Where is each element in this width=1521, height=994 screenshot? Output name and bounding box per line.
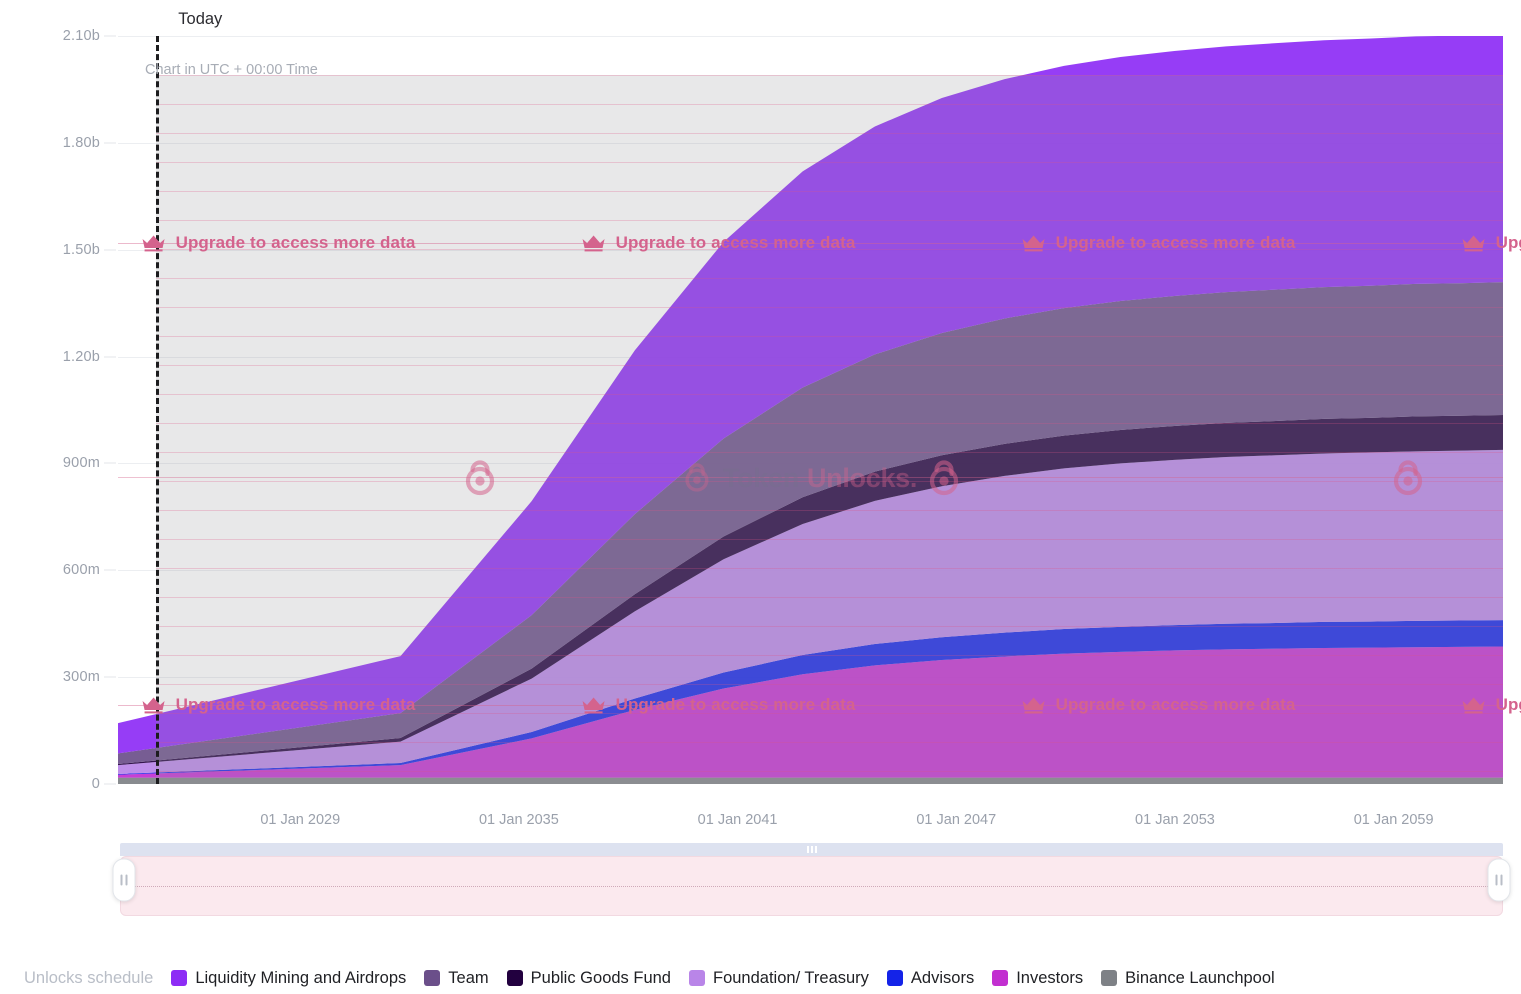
range-grip-handle[interactable] (806, 846, 817, 853)
range-slider-midline (121, 886, 1502, 887)
x-axis-tick-label: 01 Jan 2047 (916, 812, 997, 828)
x-axis-tick-label: 01 Jan 2029 (260, 812, 341, 828)
y-axis-tick-label: 1.50b (62, 241, 100, 258)
legend-item-liquidity-mining-and-airdrops[interactable]: Liquidity Mining and Airdrops (171, 969, 406, 988)
y-axis-tick-mark (104, 569, 116, 571)
legend-swatch (506, 970, 523, 986)
legend-swatch (171, 970, 188, 986)
legend-title: Unlocks schedule (24, 968, 154, 987)
legend-label: Foundation/ Treasury (713, 968, 869, 987)
utc-timezone-note: Chart in UTC + 00:00 Time (145, 62, 318, 78)
x-axis-tick-label: 01 Jan 2041 (697, 812, 778, 828)
y-axis-tick-label: 600m (62, 562, 100, 579)
token-unlocks-chart-page: 0 300m 600m 900m 1.20b 1.50b 1.80b 2.10b Today … (0, 0, 1521, 994)
legend-item-team[interactable]: Team (424, 968, 489, 988)
legend-label: Public Goods Fund (530, 968, 671, 987)
x-axis-tick-label: 01 Jan 2035 (478, 812, 559, 828)
legend-item-investors[interactable]: Investors (992, 969, 1083, 988)
today-marker-line (156, 36, 160, 784)
y-axis-tick-label: 0 (91, 776, 100, 792)
chart-plot-area[interactable] (118, 36, 1503, 784)
y-axis-tick-label: 900m (62, 455, 100, 472)
range-slider-track[interactable] (120, 856, 1503, 916)
y-axis: 0 300m 600m 900m 1.20b 1.50b 1.80b 2.10b (0, 0, 118, 792)
legend-swatch (992, 970, 1009, 986)
range-right-handle[interactable] (1487, 858, 1511, 901)
today-label: Today (178, 10, 223, 28)
legend-label: Binance Launchpool (1125, 968, 1275, 987)
chart-legend: Unlocks schedule Liquidity Mining and Ai… (24, 962, 1293, 994)
y-axis-tick-mark (104, 676, 116, 678)
legend-label: Team (448, 968, 489, 987)
y-axis-tick-label: 300m (62, 669, 100, 686)
legend-item-public-goods-fund[interactable]: Public Goods Fund (506, 968, 671, 988)
y-axis-tick-label: 1.80b (62, 134, 100, 151)
y-axis-tick-mark (104, 35, 116, 37)
legend-item-foundation-treasury[interactable]: Foundation/ Treasury (689, 969, 869, 988)
y-axis-tick-mark (104, 249, 116, 251)
range-left-handle[interactable] (112, 858, 136, 901)
y-axis-tick-label: 2.10b (62, 28, 100, 44)
legend-swatch (886, 970, 903, 986)
y-axis-tick-label: 1.20b (62, 348, 100, 365)
legend-label: Advisors (910, 968, 975, 987)
x-axis: 01 Jan 2029 01 Jan 2035 01 Jan 2041 01 Jan … (118, 784, 1503, 834)
y-axis-tick-mark (104, 783, 116, 785)
time-range-slider[interactable] (112, 843, 1511, 916)
legend-label: Liquidity Mining and Airdrops (195, 968, 407, 987)
legend-swatch (1101, 970, 1118, 986)
legend-item-advisors[interactable]: Advisors (886, 968, 975, 988)
legend-label: Investors (1016, 968, 1084, 987)
y-axis-tick-mark (104, 462, 116, 464)
range-slider-top-bar[interactable] (120, 843, 1503, 856)
x-axis-tick-label: 01 Jan 2059 (1353, 812, 1434, 828)
legend-item-binance-launchpool[interactable]: Binance Launchpool (1101, 969, 1275, 988)
x-axis-tick-label: 01 Jan 2053 (1135, 812, 1215, 828)
stacked-area-series (118, 36, 1503, 784)
y-axis-tick-mark (104, 142, 116, 144)
legend-swatch (689, 970, 705, 986)
y-axis-tick-mark (104, 356, 116, 358)
legend-swatch (424, 970, 441, 986)
